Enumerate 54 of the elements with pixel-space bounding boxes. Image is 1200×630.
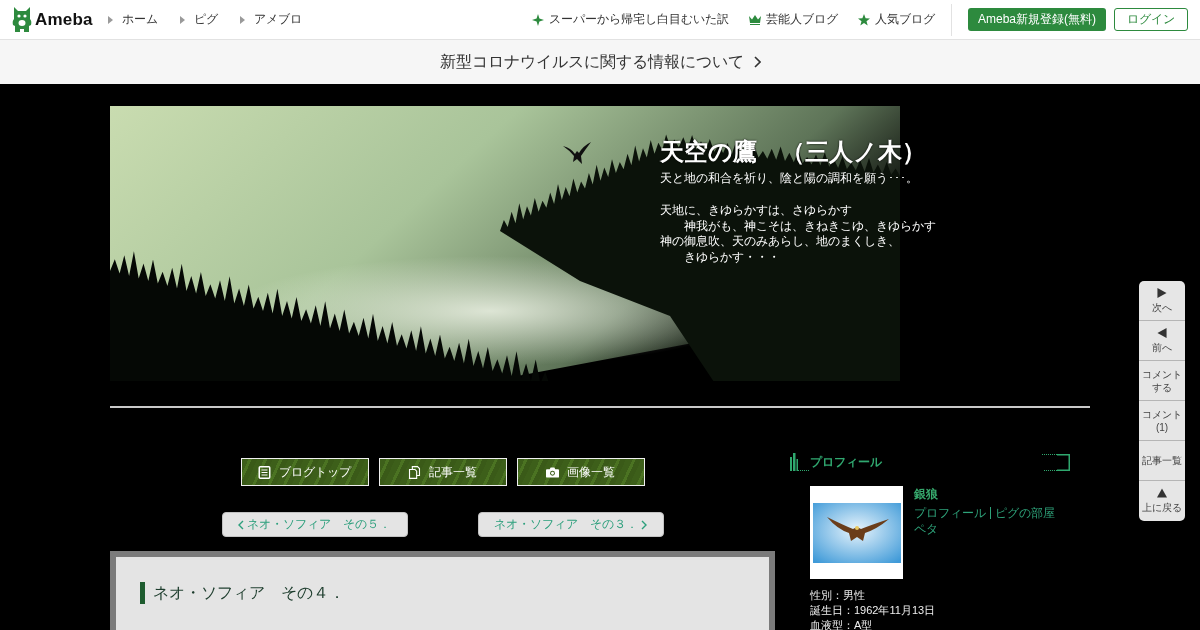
chevron-right-icon bbox=[641, 519, 647, 530]
side-nav-button[interactable]: 記事一覧 bbox=[1139, 441, 1185, 481]
nav-link[interactable]: ホーム bbox=[107, 11, 158, 28]
play-right-icon bbox=[1157, 287, 1167, 298]
sparkle-icon bbox=[532, 13, 544, 26]
login-button[interactable]: ログイン bbox=[1114, 8, 1188, 31]
profile-detail: 誕生日：1962年11月13日 bbox=[810, 603, 937, 618]
side-nav-button[interactable]: コメント (1) bbox=[1139, 401, 1185, 441]
triangle-icon bbox=[239, 15, 245, 24]
triangle-up-icon bbox=[1157, 488, 1167, 498]
profile-name[interactable]: 銀狼 bbox=[914, 486, 938, 502]
blog-menu-button[interactable]: ブログトップ bbox=[240, 458, 369, 486]
side-nav-button[interactable]: コメント する bbox=[1139, 361, 1185, 401]
play-left-icon bbox=[1157, 327, 1167, 338]
profile-detail: 性別：男性 bbox=[810, 588, 866, 603]
document-icon bbox=[258, 465, 271, 479]
article-title[interactable]: ネオ・ソフィア その４． bbox=[140, 582, 745, 604]
signup-button[interactable]: Ameba新規登録(無料) bbox=[968, 8, 1106, 31]
logo-text[interactable]: Ameba bbox=[35, 9, 93, 30]
pages-icon bbox=[408, 465, 421, 479]
blog-tagline: 天と地の和合を祈り、陰と陽の調和を願う･･･。 bbox=[660, 170, 919, 186]
bracket-ornament-icon bbox=[1042, 454, 1070, 471]
crown-icon bbox=[749, 13, 761, 26]
header-link[interactable]: 芸能人ブログ bbox=[749, 11, 838, 28]
poem-line: 神我がも、神こそは、きねきこゆ、きゆらかす bbox=[683, 218, 936, 235]
profile-heading: プロフィール bbox=[810, 454, 882, 471]
side-nav-button[interactable]: 上に戻る bbox=[1139, 481, 1185, 521]
peta-link[interactable]: ペタ bbox=[914, 521, 938, 537]
poem-line: 神の御息吹、天のみあらし、地のまくしき、 bbox=[660, 234, 901, 251]
header-link[interactable]: スーパーから帰宅し白目むいた訳 bbox=[532, 11, 729, 28]
nav-link[interactable]: アメブロ bbox=[239, 11, 302, 28]
blog-title[interactable]: 天空の鷹 （三人ノ木） bbox=[660, 137, 936, 167]
photo-frame[interactable] bbox=[810, 486, 903, 579]
profile-detail: 血液型：A型 bbox=[810, 618, 874, 630]
side-nav-button[interactable]: 前へ bbox=[1139, 321, 1185, 361]
header-link[interactable]: 人気ブログ bbox=[858, 11, 935, 28]
mascot-icon[interactable] bbox=[12, 6, 32, 33]
chevron-right-icon bbox=[753, 56, 761, 68]
nav-link[interactable]: ピグ bbox=[179, 11, 218, 28]
notice-link[interactable]: 新型コロナウイルスに関する情報について bbox=[0, 40, 1200, 84]
poem-line: 天地に、きゆらかすは、さゆらかす bbox=[660, 203, 853, 219]
chevron-left-icon bbox=[238, 519, 244, 530]
bars-ornament-icon bbox=[790, 453, 810, 471]
blog-menu-button[interactable]: 記事一覧 bbox=[378, 458, 507, 486]
profile-link[interactable]: ピグの部屋 bbox=[995, 505, 1055, 521]
profile-link[interactable]: プロフィール bbox=[914, 505, 986, 521]
camera-icon bbox=[546, 465, 559, 479]
side-nav-button[interactable]: 次へ bbox=[1139, 281, 1185, 321]
triangle-icon bbox=[107, 15, 113, 24]
bird-icon bbox=[563, 142, 591, 164]
blog-menu-button[interactable]: 画像一覧 bbox=[516, 458, 645, 486]
triangle-icon bbox=[179, 15, 185, 24]
star-icon bbox=[858, 13, 870, 26]
poem-line: きゆらかす・・・ bbox=[683, 250, 781, 266]
